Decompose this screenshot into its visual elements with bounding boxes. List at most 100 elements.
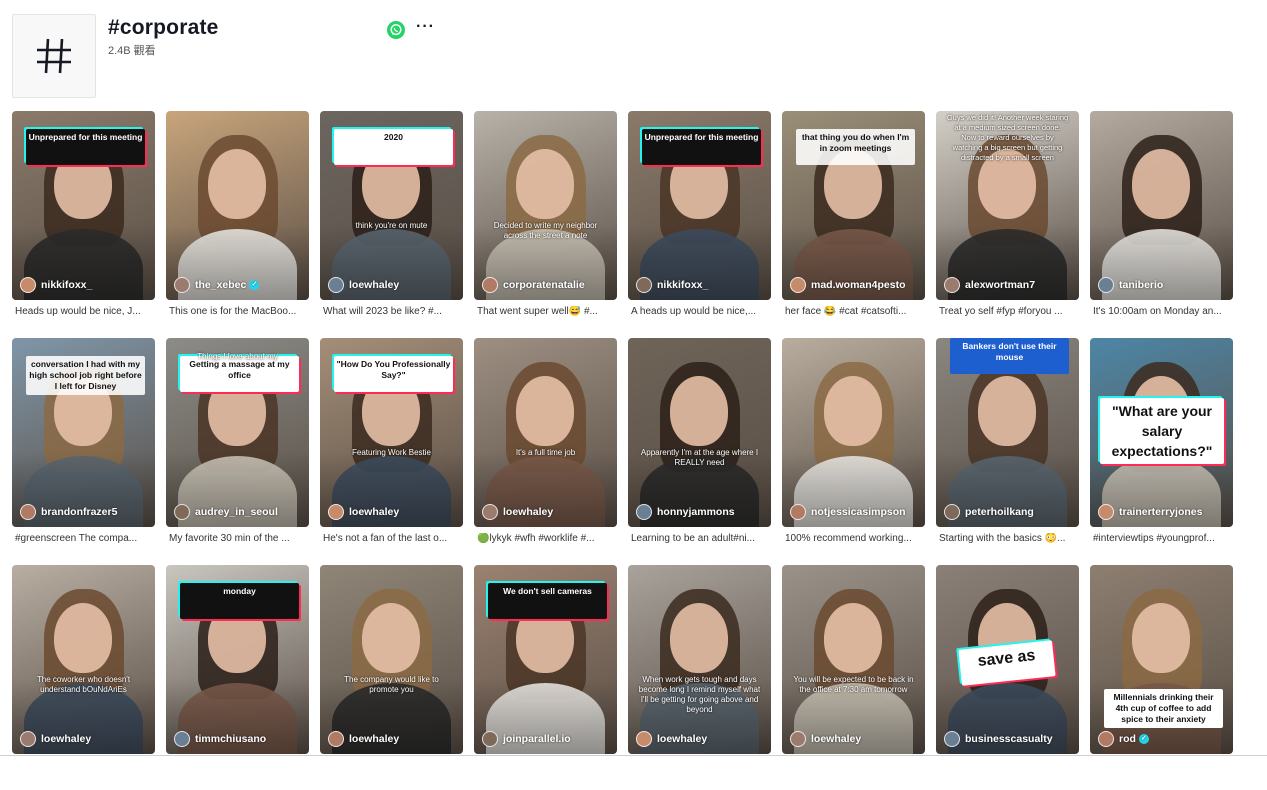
video-author[interactable]: alexwortman7 [944, 277, 1035, 293]
avatar[interactable] [174, 731, 190, 747]
author-name[interactable]: nikkifoxx_ [657, 279, 708, 291]
video-card[interactable]: We don't sell cameras joinparallel.io [474, 565, 617, 790]
avatar[interactable] [482, 731, 498, 747]
video-author[interactable]: nikkifoxx_ [636, 277, 708, 293]
video-card[interactable]: monday timmchiusano [166, 565, 309, 790]
video-description[interactable]: #greenscreen The compa... [15, 533, 155, 544]
video-thumbnail[interactable]: monday timmchiusano [166, 565, 309, 754]
avatar[interactable] [482, 277, 498, 293]
video-card[interactable]: Unprepared for this meeting nikkifoxx_ A h… [628, 111, 771, 336]
video-author[interactable]: loewhaley [328, 277, 399, 293]
author-name[interactable]: loewhaley [657, 733, 707, 745]
video-description[interactable]: Starting with the basics 😳... [939, 533, 1079, 544]
video-card[interactable]: conversation I had with my high school j… [12, 338, 155, 563]
video-card[interactable]: The company would like to promote you loe… [320, 565, 463, 790]
avatar[interactable] [328, 504, 344, 520]
avatar[interactable] [174, 504, 190, 520]
author-name[interactable]: loewhaley [349, 733, 399, 745]
video-author[interactable]: mad.woman4pesto [790, 277, 906, 293]
avatar[interactable] [328, 277, 344, 293]
author-name[interactable]: corporatenatalie [503, 279, 585, 291]
avatar[interactable] [482, 504, 498, 520]
avatar[interactable] [636, 731, 652, 747]
video-thumbnail[interactable]: Decided to write my neighbor across the … [474, 111, 617, 300]
video-thumbnail[interactable]: conversation I had with my high school j… [12, 338, 155, 527]
author-name[interactable]: notjessicasimpson [811, 506, 906, 518]
video-thumbnail[interactable]: Guys we did it! Another week staring at … [936, 111, 1079, 300]
author-name[interactable]: loewhaley [349, 279, 399, 291]
author-name[interactable]: joinparallel.io [503, 733, 571, 745]
video-thumbnail[interactable]: When work gets tough and days become lon… [628, 565, 771, 754]
video-author[interactable]: loewhaley [20, 731, 91, 747]
avatar[interactable] [20, 277, 36, 293]
video-card[interactable]: You will be expected to be back in the o… [782, 565, 925, 790]
video-author[interactable]: brandonfrazer5 [20, 504, 117, 520]
author-name[interactable]: mad.woman4pesto [811, 279, 906, 291]
author-name[interactable]: the_xebec [195, 279, 246, 291]
avatar[interactable] [636, 504, 652, 520]
video-card[interactable]: The coworker who doesn't understand bOuN… [12, 565, 155, 790]
video-card[interactable]: that thing you do when I'm in zoom meeti… [782, 111, 925, 336]
video-thumbnail[interactable]: save as businesscasualty [936, 565, 1079, 754]
video-description[interactable]: Learning to be an adult#ni... [631, 533, 771, 544]
video-card[interactable]: Unprepared for this meeting nikkifoxx_ Hea… [12, 111, 155, 336]
author-name[interactable]: loewhaley [811, 733, 861, 745]
video-author[interactable]: timmchiusano [174, 731, 266, 747]
video-card[interactable]: Bankers don't use their mouse peterhoilka… [936, 338, 1079, 563]
video-thumbnail[interactable]: "How Do You Professionally Say?" Featurin… [320, 338, 463, 527]
video-card[interactable]: Apparently I'm at the age where I REALLY… [628, 338, 771, 563]
video-description[interactable]: It's 10:00am on Monday an... [1093, 306, 1233, 317]
video-card[interactable]: notjessicasimpson 100% recommend working.… [782, 338, 925, 563]
avatar[interactable] [944, 504, 960, 520]
video-thumbnail[interactable]: Bankers don't use their mouse peterhoilka… [936, 338, 1079, 527]
video-author[interactable]: loewhaley [328, 731, 399, 747]
video-thumbnail[interactable]: We don't sell cameras joinparallel.io [474, 565, 617, 754]
avatar[interactable] [1098, 277, 1114, 293]
author-name[interactable]: loewhaley [503, 506, 553, 518]
avatar[interactable] [20, 731, 36, 747]
whatsapp-icon[interactable] [387, 21, 405, 39]
video-author[interactable]: businesscasualty [944, 731, 1053, 747]
author-name[interactable]: brandonfrazer5 [41, 506, 117, 518]
video-thumbnail[interactable]: 2020 think you're on mute loewhaley [320, 111, 463, 300]
video-card[interactable]: Decided to write my neighbor across the … [474, 111, 617, 336]
author-name[interactable]: timmchiusano [195, 733, 266, 745]
video-card[interactable]: the_xebec ✓ This one is for the MacBoo... [166, 111, 309, 336]
author-name[interactable]: trainerterryjones [1119, 506, 1202, 518]
video-author[interactable]: honnyjammons [636, 504, 735, 520]
author-name[interactable]: rod [1119, 733, 1136, 745]
avatar[interactable] [636, 277, 652, 293]
video-card[interactable]: When work gets tough and days become lon… [628, 565, 771, 790]
video-author[interactable]: loewhaley [482, 504, 553, 520]
video-thumbnail[interactable]: The company would like to promote you loe… [320, 565, 463, 754]
video-description[interactable]: My favorite 30 min of the ... [169, 533, 309, 544]
video-thumbnail[interactable]: that thing you do when I'm in zoom meeti… [782, 111, 925, 300]
author-name[interactable]: peterhoilkang [965, 506, 1034, 518]
avatar[interactable] [790, 731, 806, 747]
avatar[interactable] [20, 504, 36, 520]
video-thumbnail[interactable]: Getting a massage at my office Things I l… [166, 338, 309, 527]
video-card[interactable]: "What are your salary expectations?" trai… [1090, 338, 1233, 563]
video-description[interactable]: Heads up would be nice, J... [15, 306, 155, 317]
author-name[interactable]: nikkifoxx_ [41, 279, 92, 291]
video-thumbnail[interactable]: taniberio [1090, 111, 1233, 300]
video-author[interactable]: taniberio [1098, 277, 1163, 293]
avatar[interactable] [790, 277, 806, 293]
video-description[interactable]: This one is for the MacBoo... [169, 306, 309, 317]
video-description[interactable]: What will 2023 be like? #... [323, 306, 463, 317]
video-author[interactable]: peterhoilkang [944, 504, 1034, 520]
video-thumbnail[interactable]: You will be expected to be back in the o… [782, 565, 925, 754]
avatar[interactable] [790, 504, 806, 520]
avatar[interactable] [1098, 731, 1114, 747]
video-thumbnail[interactable]: "What are your salary expectations?" trai… [1090, 338, 1233, 527]
author-name[interactable]: businesscasualty [965, 733, 1053, 745]
video-card[interactable]: taniberio It's 10:00am on Monday an... [1090, 111, 1233, 336]
video-card[interactable]: Getting a massage at my office Things I l… [166, 338, 309, 563]
video-author[interactable]: audrey_in_seoul [174, 504, 278, 520]
video-description[interactable]: 100% recommend working... [785, 533, 925, 544]
video-description[interactable]: her face 😂 #cat #catsofti... [785, 306, 925, 317]
author-name[interactable]: alexwortman7 [965, 279, 1035, 291]
video-author[interactable]: notjessicasimpson [790, 504, 906, 520]
video-thumbnail[interactable]: It's a full time job loewhaley [474, 338, 617, 527]
author-name[interactable]: loewhaley [349, 506, 399, 518]
